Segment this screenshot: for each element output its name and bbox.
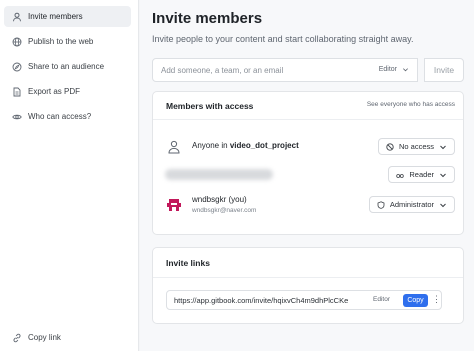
- invite-links-title: Invite links: [166, 258, 210, 268]
- card-divider: [153, 277, 463, 278]
- see-everyone-link[interactable]: See everyone who has access: [367, 101, 455, 108]
- block-icon: [386, 142, 394, 151]
- sidebar-item-label: Share to an audience: [28, 62, 105, 71]
- invite-button[interactable]: Invite: [424, 58, 464, 82]
- sidebar-item-label: Publish to the web: [28, 37, 94, 46]
- invite-row: Add someone, a team, or an email Editor …: [152, 58, 464, 82]
- invite-role-label: Editor: [378, 66, 397, 73]
- shield-icon: [377, 200, 385, 209]
- sidebar-item-export-pdf[interactable]: Export as PDF: [4, 81, 131, 102]
- main-panel: Invite members Invite people to your con…: [140, 0, 474, 351]
- sidebar-item-share-audience[interactable]: Share to an audience: [4, 56, 131, 77]
- person-icon: [12, 12, 22, 22]
- page-subtitle: Invite people to your content and start …: [152, 34, 414, 44]
- anyone-label: Anyone in video_dot_project: [192, 141, 299, 150]
- sidebar-item-label: Export as PDF: [28, 87, 81, 96]
- invite-link-role[interactable]: Editor: [373, 296, 390, 303]
- card-divider: [153, 119, 463, 120]
- admin-access-dropdown[interactable]: Administrator: [368, 196, 455, 213]
- copy-button[interactable]: Copy: [403, 294, 428, 307]
- user-name: wndbsgkr (you): [192, 195, 247, 204]
- member-row-you: wndbsgkr (you) wndbsgkr@naver.com Admini…: [166, 193, 455, 217]
- sidebar: Invite members Publish to the web Share …: [0, 0, 139, 351]
- copy-link-label: Copy link: [28, 333, 61, 342]
- more-options-icon[interactable]: ⋮: [432, 294, 441, 304]
- invite-links-card: Invite links https://app.gitbook.com/inv…: [152, 247, 464, 324]
- invite-link-field[interactable]: https://app.gitbook.com/invite/hqixvCh4m…: [166, 290, 442, 310]
- pdf-icon: [12, 87, 22, 97]
- glasses-icon: [396, 173, 405, 178]
- anyone-access-dropdown[interactable]: No access: [377, 138, 455, 155]
- chevron-down-icon: [440, 173, 446, 177]
- project-name: video_dot_project: [229, 141, 299, 150]
- globe-icon: [12, 37, 22, 47]
- group-icon: [166, 139, 182, 155]
- reader-access-label: Reader: [409, 170, 434, 179]
- chevron-down-icon: [440, 203, 446, 207]
- reader-access-dropdown[interactable]: Reader: [388, 166, 455, 183]
- sidebar-item-label: Invite members: [28, 12, 83, 21]
- compass-icon: [12, 62, 22, 72]
- chevron-down-icon: [440, 145, 446, 149]
- sidebar-item-invite-members[interactable]: Invite members: [4, 6, 131, 27]
- members-card: Members with access See everyone who has…: [152, 91, 464, 235]
- chevron-down-icon: [403, 68, 408, 72]
- member-row-anyone: Anyone in video_dot_project No access: [166, 135, 455, 159]
- eye-icon: [12, 112, 22, 122]
- link-icon: [12, 333, 22, 343]
- page-title: Invite members: [152, 10, 263, 27]
- invite-input[interactable]: Add someone, a team, or an email Editor: [152, 58, 418, 82]
- sidebar-item-who-can-access[interactable]: Who can access?: [4, 106, 131, 127]
- members-title: Members with access: [166, 101, 254, 111]
- invite-link-url: https://app.gitbook.com/invite/hqixvCh4m…: [174, 296, 349, 305]
- sidebar-item-label: Who can access?: [28, 112, 92, 121]
- anyone-access-label: No access: [398, 142, 434, 151]
- admin-access-label: Administrator: [389, 200, 434, 209]
- user-email: wndbsgkr@naver.com: [192, 207, 257, 214]
- sidebar-item-publish[interactable]: Publish to the web: [4, 31, 131, 52]
- invite-role-select[interactable]: Editor: [379, 66, 409, 73]
- invite-input-placeholder: Add someone, a team, or an email: [161, 66, 284, 75]
- avatar: [166, 197, 182, 213]
- member-row-hidden: Reader: [166, 163, 455, 187]
- copy-link-button[interactable]: Copy link: [4, 327, 131, 348]
